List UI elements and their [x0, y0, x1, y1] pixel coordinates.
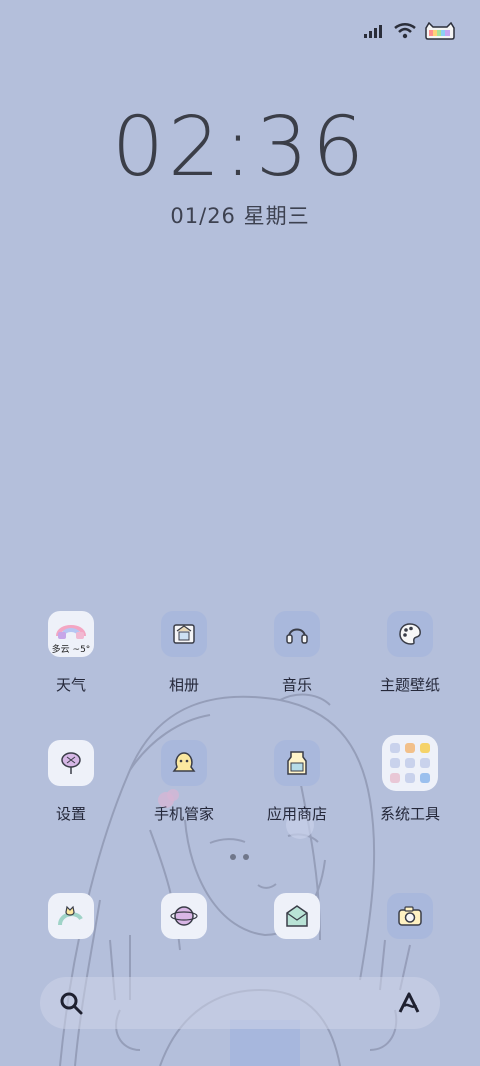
app-phone-manager[interactable]: 手机管家	[129, 740, 239, 824]
lockscreen-clock[interactable]: 02:36 01/26 星期三	[0, 100, 480, 230]
app-label: 音乐	[281, 676, 312, 694]
ghost-manager-icon	[172, 752, 196, 772]
photo-album-icon	[173, 624, 195, 644]
wifi-icon	[394, 23, 416, 39]
app-gallery[interactable]: 相册	[129, 611, 239, 695]
app-tile[interactable]	[274, 893, 320, 939]
app-store[interactable]: 应用商店	[242, 740, 352, 824]
app-label: 主题壁纸	[379, 676, 440, 694]
app-tile[interactable]	[387, 893, 433, 939]
app-unlabeled-4[interactable]	[355, 893, 465, 939]
assistant-icon[interactable]	[396, 990, 422, 1016]
signal-bars-icon	[364, 25, 382, 38]
cat-rainbow-icon	[58, 905, 83, 926]
search-icon[interactable]	[58, 990, 84, 1016]
envelope-icon	[286, 905, 308, 927]
folder-tile[interactable]	[382, 735, 438, 791]
app-tile[interactable]	[387, 611, 433, 657]
weather-widget-text: 多云 ~5°	[51, 645, 91, 655]
status-bar	[364, 18, 456, 44]
app-system-tools-folder[interactable]: 系统工具	[355, 735, 465, 824]
app-settings[interactable]: 设置	[16, 740, 126, 824]
app-unlabeled-2[interactable]	[129, 893, 239, 939]
app-label: 系统工具	[379, 805, 440, 823]
camera-icon	[398, 906, 422, 926]
app-tile[interactable]	[161, 740, 207, 786]
app-tile[interactable]	[48, 740, 94, 786]
app-tile[interactable]	[161, 611, 207, 657]
planet-icon	[170, 906, 198, 926]
clock-date: 01/26 星期三	[170, 204, 310, 228]
app-unlabeled-3[interactable]	[242, 893, 352, 939]
app-label: 设置	[55, 805, 86, 823]
milk-carton-store-icon	[287, 751, 307, 775]
app-label: 天气	[55, 676, 86, 694]
app-themes[interactable]: 主题壁纸	[355, 611, 465, 695]
clock-time[interactable]: 02:36	[0, 100, 480, 196]
palette-icon	[399, 623, 421, 645]
rainbow-weather-icon	[56, 625, 86, 639]
app-tile[interactable]	[274, 740, 320, 786]
tools-folder-icon	[390, 743, 430, 783]
app-tile[interactable]	[48, 893, 94, 939]
search-dock[interactable]	[40, 977, 440, 1029]
app-label: 手机管家	[153, 805, 214, 823]
app-label: 相册	[168, 676, 199, 694]
cat-battery-icon	[425, 22, 455, 40]
headphones-icon	[286, 628, 308, 644]
app-music[interactable]: 音乐	[242, 611, 352, 695]
weather-widget-tile[interactable]: 多云 ~5°	[48, 611, 94, 657]
pin-settings-icon	[61, 752, 81, 774]
app-tile[interactable]	[274, 611, 320, 657]
app-unlabeled-1[interactable]	[16, 893, 126, 939]
app-tile[interactable]	[161, 893, 207, 939]
app-label: 应用商店	[266, 805, 327, 823]
app-weather[interactable]: 多云 ~5° 天气	[16, 611, 126, 695]
